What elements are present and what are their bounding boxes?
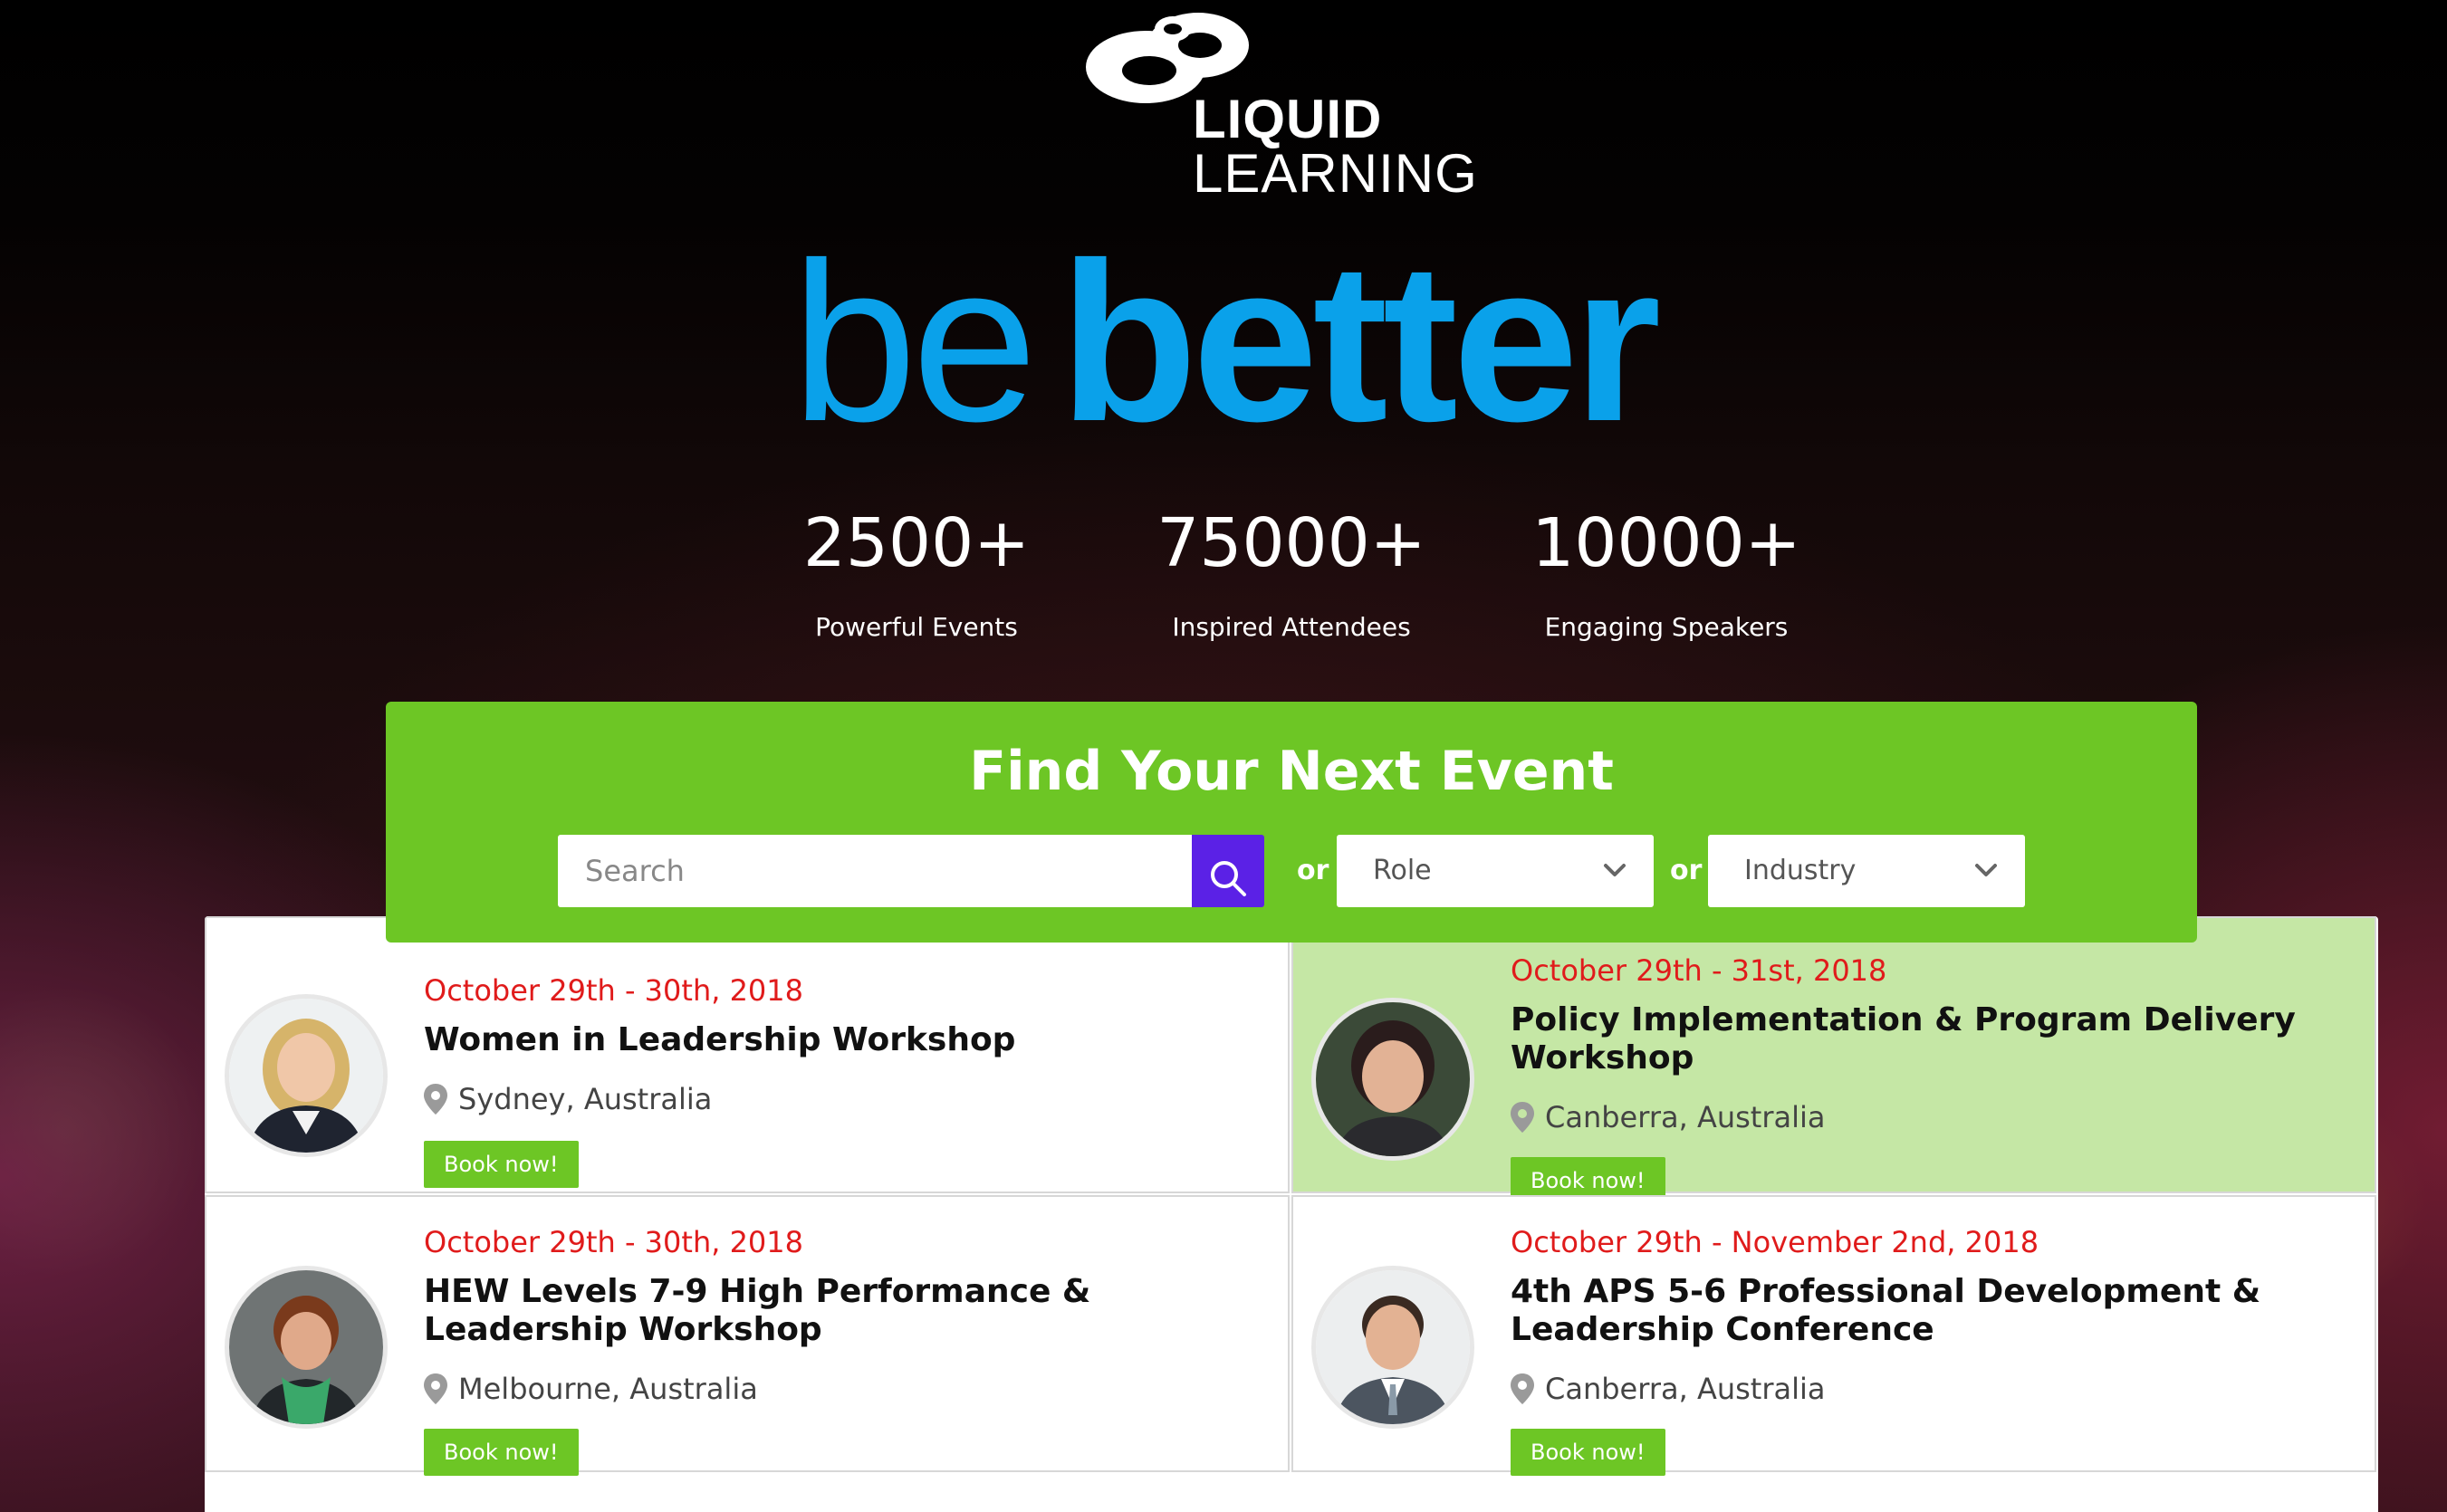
- tagline-bold: better: [1059, 215, 1662, 468]
- location-pin-icon: [1511, 1102, 1534, 1133]
- or-separator: or: [1670, 855, 1703, 886]
- event-location: Melbourne, Australia: [424, 1371, 758, 1407]
- location-text: Sydney, Australia: [458, 1082, 713, 1116]
- stats-bar: 2500+ Powerful Events 75000+ Inspired At…: [0, 502, 2447, 665]
- tagline-light: be: [791, 215, 1038, 468]
- event-date: October 29th - 31st, 2018: [1511, 953, 1887, 988]
- book-now-button[interactable]: Book now!: [424, 1141, 579, 1188]
- event-date: October 29th - November 2nd, 2018: [1511, 1225, 2039, 1259]
- role-select-label: Role: [1373, 855, 1432, 886]
- book-now-button[interactable]: Book now!: [424, 1429, 579, 1476]
- event-title[interactable]: HEW Levels 7-9 High Performance & Leader…: [424, 1273, 1239, 1349]
- speaker-avatar: [1311, 1266, 1474, 1429]
- stat-attendees: 75000+ Inspired Attendees: [1128, 502, 1454, 644]
- finder-title: Find Your Next Event: [969, 740, 1614, 803]
- stat-events: 2500+ Powerful Events: [753, 502, 1080, 644]
- stat-label: Engaging Speakers: [1544, 612, 1789, 642]
- logo-text-learning: LEARNING: [1193, 143, 1478, 204]
- book-now-button[interactable]: Book now!: [1511, 1429, 1665, 1476]
- stat-value: 10000+: [1531, 504, 1801, 582]
- event-card[interactable]: October 29th - 30th, 2018 HEW Levels 7-9…: [205, 1195, 1290, 1476]
- event-date: October 29th - 30th, 2018: [424, 973, 803, 1008]
- role-select[interactable]: Role: [1337, 835, 1654, 907]
- location-pin-icon: [424, 1373, 447, 1404]
- event-title[interactable]: Women in Leadership Workshop: [424, 1021, 1239, 1059]
- stat-speakers: 10000+ Engaging Speakers: [1503, 502, 1829, 644]
- search-icon: [1211, 861, 1246, 896]
- stat-value: 75000+: [1156, 504, 1426, 582]
- event-location: Canberra, Australia: [1511, 1371, 1825, 1407]
- location-pin-icon: [1511, 1373, 1534, 1404]
- event-location: Canberra, Australia: [1511, 1099, 1825, 1135]
- location-text: Canberra, Australia: [1545, 1100, 1826, 1134]
- stat-label: Inspired Attendees: [1172, 612, 1411, 642]
- speaker-avatar: [225, 1266, 388, 1429]
- logo-text-liquid: LIQUID: [1193, 89, 1383, 149]
- event-card[interactable]: October 29th - November 2nd, 2018 4th AP…: [1291, 1195, 2376, 1476]
- event-location: Sydney, Australia: [424, 1081, 712, 1117]
- industry-select-label: Industry: [1744, 855, 1857, 886]
- event-date: October 29th - 30th, 2018: [424, 1225, 803, 1259]
- industry-select[interactable]: Industry: [1708, 835, 2025, 907]
- liquid-learning-logo[interactable]: LIQUID LEARNING: [1082, 7, 1499, 201]
- search-button[interactable]: [1192, 835, 1264, 907]
- speaker-man-suit-icon: [1316, 1270, 1470, 1424]
- event-finder: Find Your Next Event or Role or Industry: [386, 702, 2197, 943]
- speaker-avatar: [225, 994, 388, 1157]
- speaker-blonde-woman-icon: [229, 999, 383, 1153]
- speaker-dark-haired-woman-icon: [1316, 1002, 1470, 1156]
- event-title[interactable]: Policy Implementation & Program Delivery…: [1511, 1001, 2326, 1077]
- event-title[interactable]: 4th APS 5-6 Professional Development & L…: [1511, 1273, 2326, 1349]
- or-separator: or: [1297, 855, 1329, 886]
- speaker-avatar: [1311, 998, 1474, 1161]
- chevron-down-icon: [1975, 864, 1997, 876]
- search-input[interactable]: [558, 835, 1192, 907]
- location-text: Canberra, Australia: [1545, 1372, 1826, 1406]
- location-text: Melbourne, Australia: [458, 1372, 758, 1406]
- tagline: be better: [0, 229, 2447, 455]
- location-pin-icon: [424, 1084, 447, 1115]
- event-card[interactable]: October 29th - 30th, 2018 Women in Leade…: [205, 916, 1290, 1193]
- stat-value: 2500+: [802, 504, 1031, 582]
- stat-label: Powerful Events: [815, 612, 1018, 642]
- speaker-woman-green-scarf-icon: [229, 1270, 383, 1424]
- event-list: October 29th - 30th, 2018 Women in Leade…: [205, 916, 2378, 1512]
- chevron-down-icon: [1604, 864, 1626, 876]
- event-card-featured[interactable]: October 29th - 31st, 2018 Policy Impleme…: [1291, 916, 2376, 1204]
